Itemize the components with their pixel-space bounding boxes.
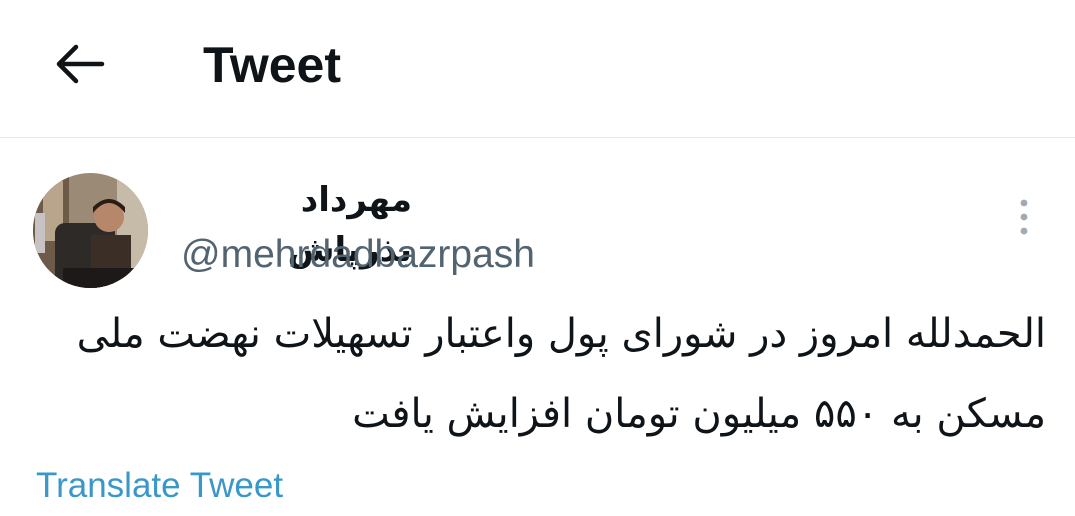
more-options-button[interactable]: [1004, 195, 1044, 239]
page-title: Tweet: [203, 37, 341, 93]
translate-tweet-link[interactable]: Translate Tweet: [36, 462, 283, 510]
tweet-text: الحمدلله امروز در شورای پول واعتبار تسهی…: [76, 311, 1046, 437]
author-handle[interactable]: @mehrdadbazrpash: [181, 228, 535, 282]
more-vertical-icon: [1020, 199, 1028, 235]
tweet-page: Tweet مهرداد بذرپاش @mehrdadbazrpash الح…: [0, 0, 1075, 516]
top-bar: Tweet: [0, 0, 1075, 138]
back-button[interactable]: [40, 28, 120, 100]
avatar[interactable]: [33, 173, 148, 288]
profile-photo: [33, 173, 148, 288]
arrow-left-icon: [56, 44, 105, 84]
